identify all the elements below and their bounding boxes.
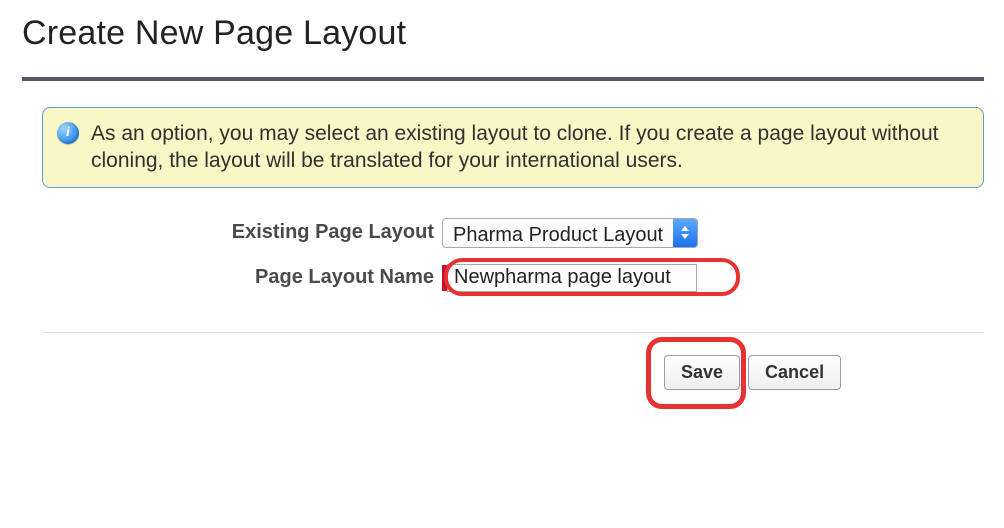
save-button[interactable]: Save — [664, 355, 740, 390]
existing-layout-value: Pharma Product Layout — [443, 219, 673, 247]
existing-layout-row: Existing Page Layout Pharma Product Layo… — [42, 218, 984, 248]
page-layout-name-label: Page Layout Name — [42, 266, 442, 289]
page-title: Create New Page Layout — [22, 14, 984, 53]
existing-layout-label: Existing Page Layout — [42, 221, 442, 244]
info-icon: i — [57, 122, 79, 144]
existing-layout-select[interactable]: Pharma Product Layout — [442, 218, 698, 248]
cancel-button[interactable]: Cancel — [748, 355, 841, 390]
page-layout-name-input[interactable] — [447, 264, 697, 292]
select-caret-icon — [673, 219, 697, 247]
info-box: i As an option, you may select an existi… — [42, 107, 984, 188]
button-row: Save Cancel — [42, 332, 984, 390]
form-panel: i As an option, you may select an existi… — [22, 77, 984, 390]
page-layout-name-row: Page Layout Name — [42, 264, 984, 292]
info-text: As an option, you may select an existing… — [91, 120, 971, 175]
